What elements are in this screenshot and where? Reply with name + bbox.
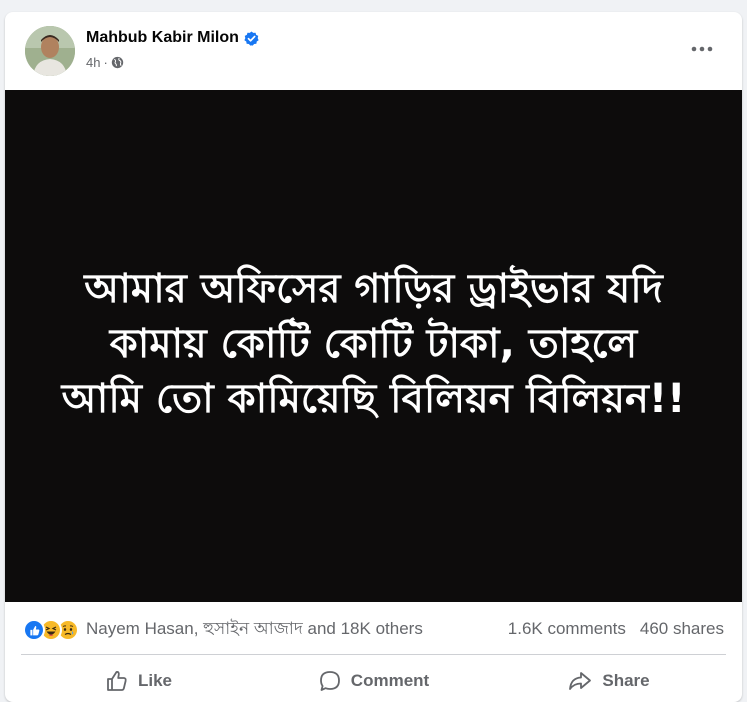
more-options-button[interactable] [684,36,720,62]
post-text-line: আমি তো কামিয়েছি বিলিয়ন বিলিয়ন!! [61,375,686,422]
post-time[interactable]: 4h [86,55,100,70]
post-text-line: আমার অফিসের গাড়ির ড্রাইভার যদি [84,265,663,312]
post-card: Mahbub Kabir Milon 4h · আমার অফিসের গাড়… [5,12,742,702]
reactions-summary[interactable]: Nayem Hasan, হুসাইন আজাদ and 18K others [23,616,423,644]
post-image[interactable]: আমার অফিসের গাড়ির ড্রাইভার যদি কামায় ক… [5,90,742,602]
share-icon [569,672,592,690]
more-options-icon [691,46,713,52]
avatar[interactable] [25,26,75,76]
share-button[interactable]: Share [491,660,726,702]
comment-label: Comment [350,671,430,690]
actions-divider [21,654,726,655]
author-row: Mahbub Kabir Milon [86,29,259,47]
engagement-counts: 1.6K comments 460 shares [508,619,724,639]
post-stats: Nayem Hasan, হুসাইন আজাদ and 18K others … [5,612,742,646]
like-button[interactable]: Like [21,660,256,702]
comments-count[interactable]: 1.6K comments [508,619,626,639]
post-actions: Like Comment Share [21,660,726,702]
post-header: Mahbub Kabir Milon 4h · [5,12,742,90]
thumbs-up-icon [107,671,127,691]
shares-count[interactable]: 460 shares [640,619,724,639]
author-name[interactable]: Mahbub Kabir Milon [86,29,239,47]
verified-badge-icon [244,30,259,46]
reactors-text[interactable]: Nayem Hasan, হুসাইন আজাদ and 18K others [86,616,423,644]
like-label: Like [137,671,173,690]
post-text-line: কামায় কোটি কোটি টাকা, তাহলে [109,320,638,367]
meta-separator: · [103,55,108,70]
comment-icon [319,671,340,691]
post-image-text: আমার অফিসের গাড়ির ড্রাইভার যদি কামায় ক… [24,262,724,427]
comment-button[interactable]: Comment [256,660,491,702]
post-meta: 4h · [86,55,124,70]
globe-icon[interactable] [111,56,124,69]
share-label: Share [602,671,650,690]
like-reaction-icon [23,619,45,641]
